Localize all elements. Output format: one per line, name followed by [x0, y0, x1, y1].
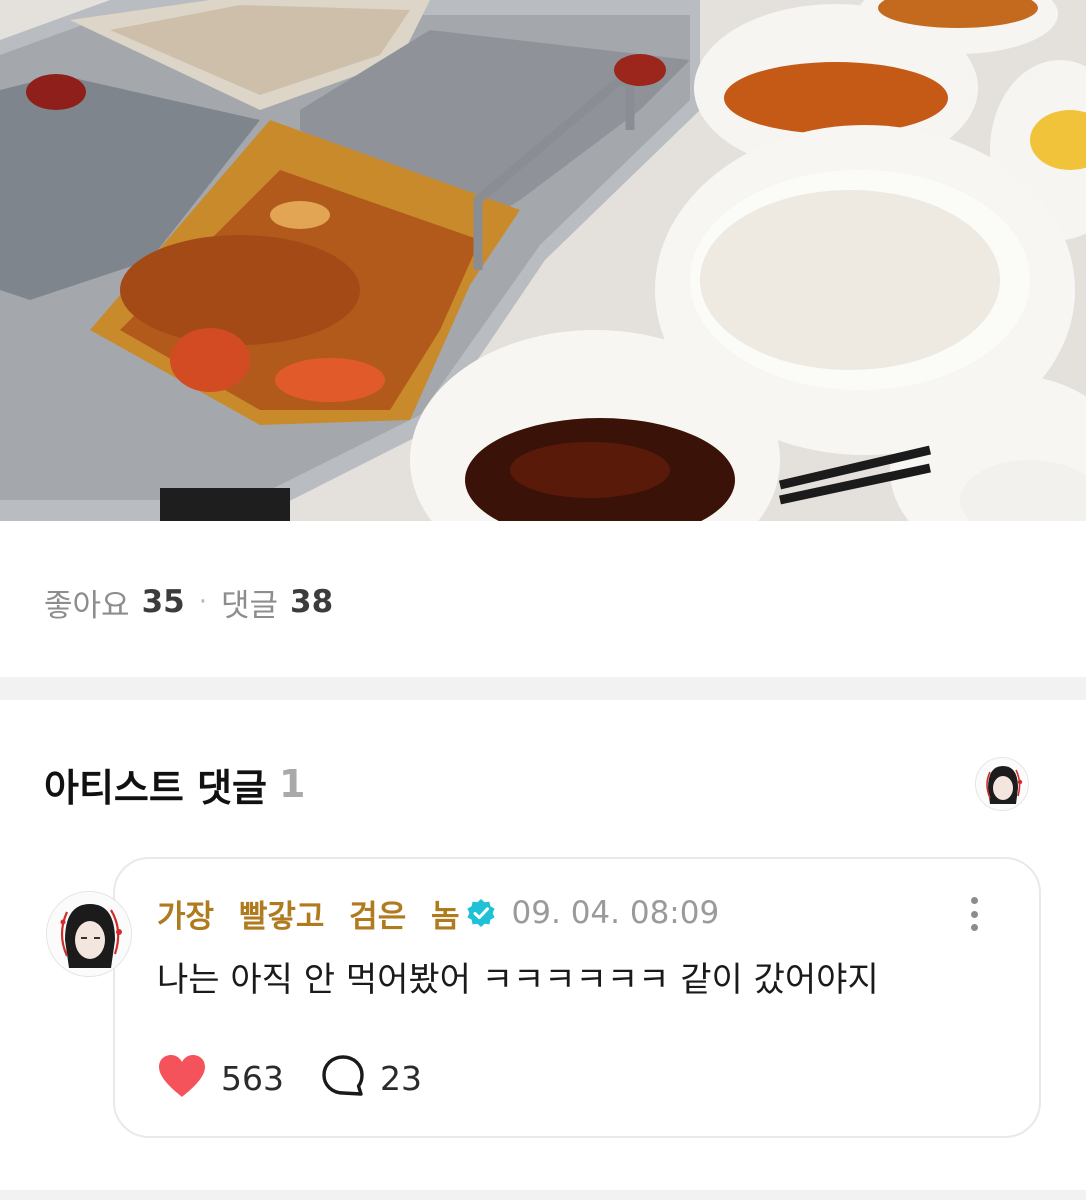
artist-comments-title: 아티스트 댓글 1: [44, 758, 305, 810]
likes-count[interactable]: 35: [142, 584, 185, 620]
comment-timestamp: 09. 04. 08:09: [511, 895, 720, 931]
artist-avatar[interactable]: [975, 757, 1029, 811]
comments-count[interactable]: 38: [290, 584, 333, 620]
heart-icon: [157, 1053, 207, 1103]
artist-comments-label: 아티스트 댓글: [44, 765, 267, 810]
comment-author-avatar[interactable]: [46, 891, 132, 977]
post-stats: 좋아요 35 · 댓글 38: [44, 578, 333, 626]
like-button[interactable]: 563: [157, 1053, 284, 1103]
verified-badge-icon: [466, 898, 496, 928]
bottom-divider: [0, 1190, 1086, 1200]
speech-bubble-icon: [320, 1054, 366, 1102]
likes-label: 좋아요: [44, 587, 130, 624]
reply-count: 23: [380, 1058, 422, 1098]
comment-text: 나는 아직 안 먹어봤어 ㅋㅋㅋㅋㅋㅋ 같이 갔어야지: [157, 960, 879, 1000]
comment-actions: 563 23: [157, 1054, 422, 1102]
section-divider: [0, 677, 1086, 700]
like-count: 563: [221, 1058, 284, 1098]
artist-comments-count: 1: [279, 762, 306, 806]
comments-label: 댓글: [220, 587, 279, 624]
stats-separator: ·: [198, 587, 207, 617]
reply-button[interactable]: 23: [320, 1054, 422, 1102]
post-photo[interactable]: [0, 0, 1086, 521]
comment-author-name[interactable]: 가장 빨갛고 검은 놈: [157, 891, 460, 936]
comment-header: 가장 빨갛고 검은 놈 09. 04. 08:09: [157, 890, 719, 936]
more-options-icon[interactable]: [958, 894, 990, 934]
